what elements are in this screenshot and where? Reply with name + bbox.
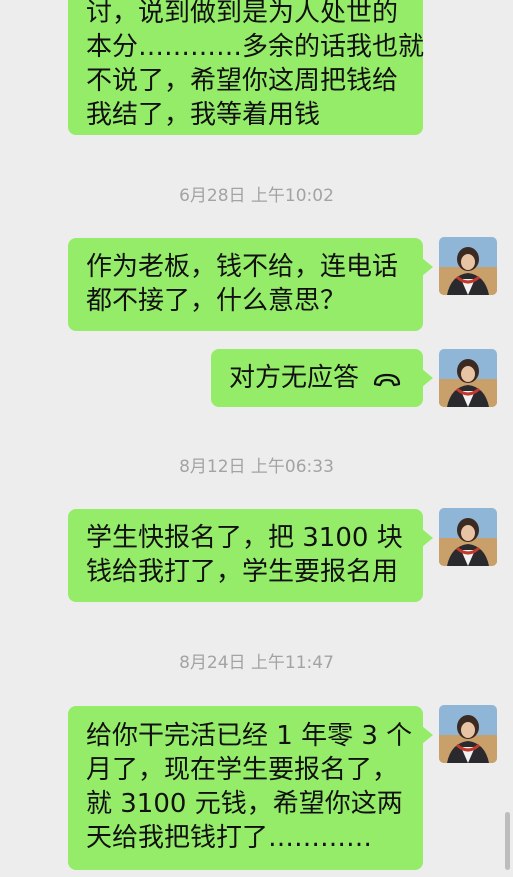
message-line: 给你干完活已经 1 年零 3 个: [86, 721, 413, 751]
message-line: 讨，说到做到是为人处世的: [86, 0, 399, 28]
avatar[interactable]: [439, 237, 497, 295]
avatar-photo-icon: [439, 237, 497, 295]
message-line: 就 3100 元钱，希望你这两: [86, 789, 403, 819]
timestamp: 8月24日 上午11:47: [179, 653, 334, 673]
message-line: 钱给我打了，学生要报名用: [86, 557, 399, 587]
avatar-photo-icon: [439, 508, 497, 566]
chat-bubble[interactable]: 讨，说到做到是为人处世的 本分…………多余的话我也就 不说了，希望你这周把钱给 …: [68, 0, 425, 135]
scrollbar[interactable]: [505, 812, 510, 870]
call-status-text: 对方无应答: [229, 363, 360, 393]
message-line: 天给我把钱打了…………: [86, 823, 373, 853]
message-line: 不说了，希望你这周把钱给: [86, 66, 399, 96]
call-record-bubble[interactable]: 对方无应答: [211, 349, 433, 407]
avatar[interactable]: [439, 508, 497, 566]
timestamp: 8月12日 上午06:33: [179, 457, 334, 477]
chat-bubble[interactable]: 学生快报名了，把 3100 块 钱给我打了，学生要报名用: [68, 509, 433, 602]
message-line: 作为老板，钱不给，连电话: [86, 252, 399, 282]
chat-bubble[interactable]: 作为老板，钱不给，连电话 都不接了，什么意思？: [68, 238, 433, 331]
message-line: 都不接了，什么意思？: [86, 286, 347, 316]
chat-bubble[interactable]: 给你干完活已经 1 年零 3 个 月了，现在学生要报名了， 就 3100 元钱，…: [68, 706, 433, 870]
avatar-photo-icon: [439, 705, 497, 763]
message-line: 我结了，我等着用钱: [86, 100, 321, 130]
message-line: 学生快报名了，把 3100 块: [86, 523, 403, 553]
avatar[interactable]: [439, 349, 497, 407]
timestamp: 6月28日 上午10:02: [179, 186, 334, 206]
message-line: 本分…………多余的话我也就: [86, 32, 425, 62]
phone-hangup-icon: [374, 373, 401, 387]
avatar[interactable]: [439, 705, 497, 763]
avatar-photo-icon: [439, 349, 497, 407]
message-line: 月了，现在学生要报名了，: [86, 755, 399, 785]
